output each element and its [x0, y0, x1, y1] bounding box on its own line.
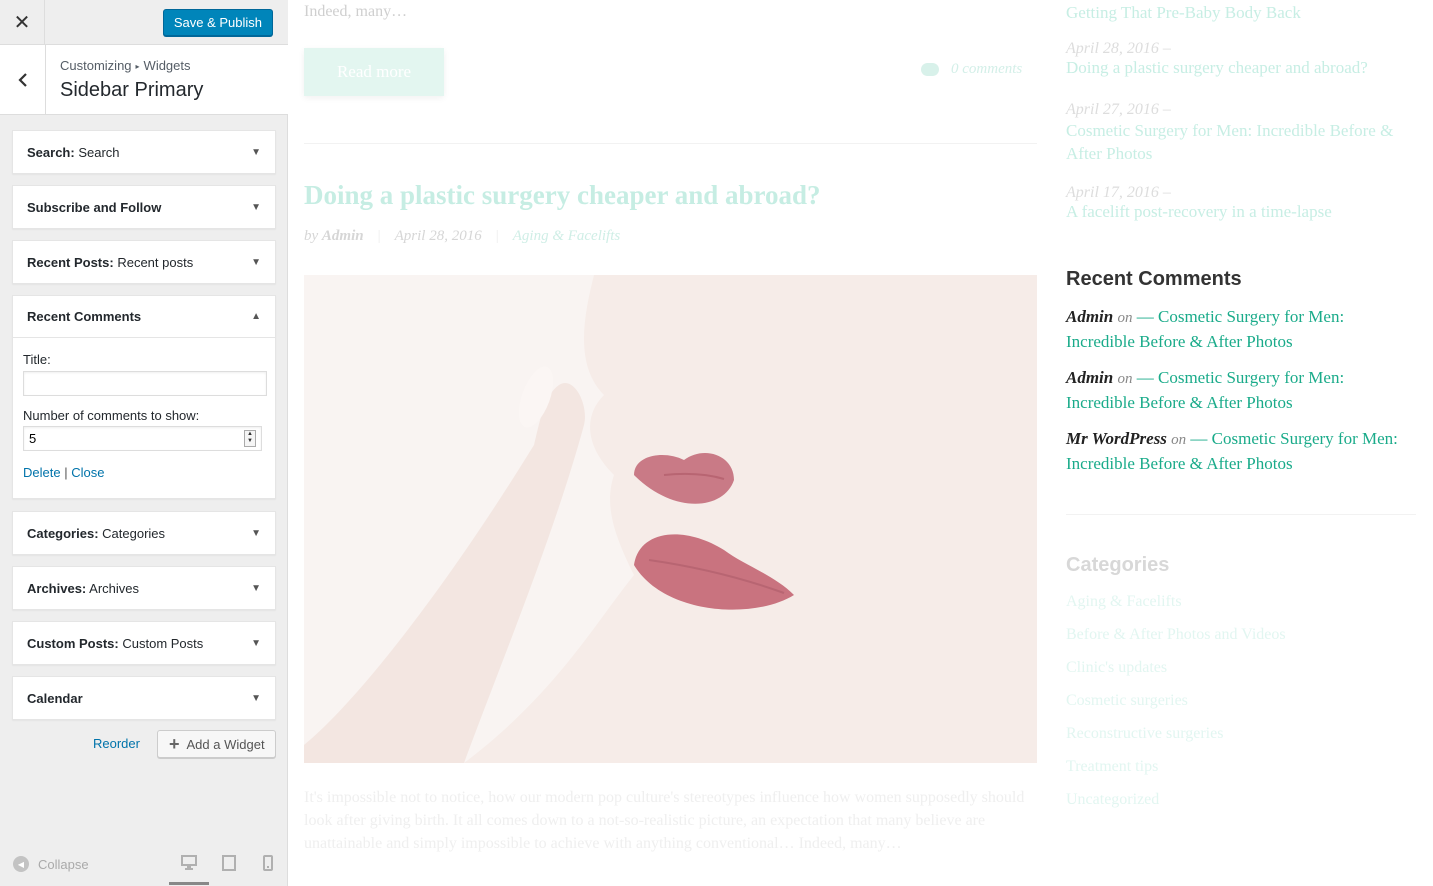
widget-header[interactable]: Recent Posts: Recent posts ▼	[13, 241, 275, 283]
collapse-arrow-icon: ◀	[13, 856, 29, 872]
triangle-down-icon[interactable]: ▼	[251, 638, 261, 649]
widget-calendar: Calendar ▼	[12, 676, 276, 720]
collapse-button[interactable]: ◀ Collapse	[13, 856, 89, 872]
tablet-preview-button[interactable]	[209, 855, 249, 885]
title-label: Title:	[23, 352, 51, 367]
tablet-icon	[222, 855, 236, 871]
widget-archives: Archives: Archives ▼	[12, 566, 276, 610]
close-icon: ✕	[13, 11, 31, 34]
triangle-down-icon[interactable]: ▼	[251, 583, 261, 594]
category-link[interactable]: Uncategorized	[1066, 791, 1159, 809]
widget-search: Search: Search ▼	[12, 130, 276, 174]
widget-subscribe-follow: Subscribe and Follow ▼	[12, 185, 276, 229]
recent-comment-item: Admin on — Cosmetic Surgery for Men: Inc…	[1066, 368, 1345, 412]
post-divider	[304, 143, 1037, 144]
triangle-down-icon[interactable]: ▼	[251, 202, 261, 213]
panel-footer: ◀ Collapse	[0, 844, 288, 886]
delete-link[interactable]: Delete	[23, 465, 61, 480]
add-widget-button[interactable]: + Add a Widget	[157, 730, 276, 758]
plus-icon: +	[169, 734, 180, 754]
mobile-preview-button[interactable]	[248, 855, 288, 885]
section-header: Customizing ▸ Widgets Sidebar Primary	[0, 45, 288, 115]
comment-bubble-icon	[921, 63, 939, 76]
widget-custom-posts: Custom Posts: Custom Posts ▼	[12, 621, 276, 665]
post-meta: by Admin | April 28, 2016 | Aging & Face…	[304, 228, 621, 245]
triangle-down-icon[interactable]: ▼	[251, 257, 261, 268]
sidebar-recent-post: Getting That Pre-Baby Body Back	[1066, 3, 1301, 22]
categories-heading: Categories	[1066, 554, 1170, 576]
widget-recent-comments: Recent Comments ▲ Title: Number of comme…	[12, 295, 276, 499]
comments-count-link[interactable]: 0 comments	[921, 61, 1022, 78]
widget-header[interactable]: Calendar ▼	[13, 677, 275, 719]
post-excerpt: It's impossible not to notice, how our m…	[304, 789, 1025, 852]
close-link[interactable]: Close	[71, 465, 104, 480]
breadcrumb: Customizing ▸ Widgets	[60, 58, 191, 73]
sidebar-recent-post: April 27, 2016 – Cosmetic Surgery for Me…	[1066, 101, 1394, 163]
chevron-left-icon	[17, 72, 27, 87]
widget-header[interactable]: Categories: Categories ▼	[13, 512, 275, 554]
number-input[interactable]	[24, 427, 234, 450]
close-customizer-button[interactable]: ✕	[0, 0, 45, 44]
site-preview: Indeed, many… Read more 0 comments Doing…	[289, 0, 1433, 886]
post-author[interactable]: Admin	[322, 228, 364, 244]
reorder-link[interactable]: Reorder	[93, 736, 140, 751]
recent-comment-item: Mr WordPress on — Cosmetic Surgery for M…	[1066, 429, 1398, 473]
category-link[interactable]: Treatment tips	[1066, 758, 1158, 776]
post-category[interactable]: Aging & Facelifts	[513, 228, 620, 245]
recent-comment-item: Admin on — Cosmetic Surgery for Men: Inc…	[1066, 307, 1345, 351]
desktop-preview-button[interactable]	[169, 855, 209, 885]
widget-header[interactable]: Archives: Archives ▼	[13, 567, 275, 609]
widget-header[interactable]: Recent Comments ▲	[13, 296, 275, 338]
triangle-down-icon[interactable]: ▼	[251, 147, 261, 158]
face-illustration	[304, 275, 1037, 763]
mobile-icon	[263, 855, 273, 871]
customizer-panel: ✕ Save & Publish Customizing ▸ Widgets Sid…	[0, 0, 288, 886]
section-title: Sidebar Primary	[60, 79, 204, 101]
title-input[interactable]	[23, 371, 267, 396]
widget-header[interactable]: Subscribe and Follow ▼	[13, 186, 275, 228]
triangle-up-icon[interactable]: ▲	[251, 311, 261, 322]
category-link[interactable]: Reconstructive surgeries	[1066, 725, 1223, 743]
widget-header[interactable]: Custom Posts: Custom Posts ▼	[13, 622, 275, 664]
widget-header[interactable]: Search: Search ▼	[13, 131, 275, 173]
category-link[interactable]: Aging & Facelifts	[1066, 593, 1182, 611]
number-stepper[interactable]: ▲ ▼	[244, 430, 256, 447]
triangle-down-icon[interactable]: ▼	[251, 693, 261, 704]
number-field: ▲▼	[23, 426, 262, 451]
widget-recent-posts: Recent Posts: Recent posts ▼	[12, 240, 276, 284]
post-excerpt-top: Indeed, many…	[304, 3, 408, 20]
widget-categories: Categories: Categories ▼	[12, 511, 276, 555]
category-link[interactable]: Clinic's updates	[1066, 659, 1167, 677]
desktop-icon	[181, 855, 197, 870]
save-publish-button[interactable]: Save & Publish	[162, 9, 273, 36]
category-link[interactable]: Cosmetic surgeries	[1066, 692, 1188, 710]
back-button[interactable]	[0, 45, 46, 114]
post-featured-image[interactable]	[304, 275, 1037, 763]
recent-comments-heading: Recent Comments	[1066, 268, 1242, 290]
post-title[interactable]: Doing a plastic surgery cheaper and abro…	[304, 180, 821, 211]
customizer-header: ✕ Save & Publish	[0, 0, 288, 45]
widget-actions: Delete | Close	[23, 465, 105, 480]
number-label: Number of comments to show:	[23, 408, 200, 423]
widget-form: Title: Number of comments to show: ▲▼ De…	[13, 338, 275, 492]
post-date: April 28, 2016	[394, 228, 482, 244]
read-more-button[interactable]: Read more	[304, 48, 444, 96]
triangle-down-icon[interactable]: ▼	[251, 528, 261, 539]
sidebar-recent-post: April 28, 2016 – Doing a plastic surgery…	[1066, 40, 1368, 77]
category-link[interactable]: Before & After Photos and Videos	[1066, 626, 1286, 644]
sidebar-recent-post: April 17, 2016 – A facelift post-recover…	[1066, 184, 1332, 221]
sidebar-divider	[1066, 514, 1416, 515]
